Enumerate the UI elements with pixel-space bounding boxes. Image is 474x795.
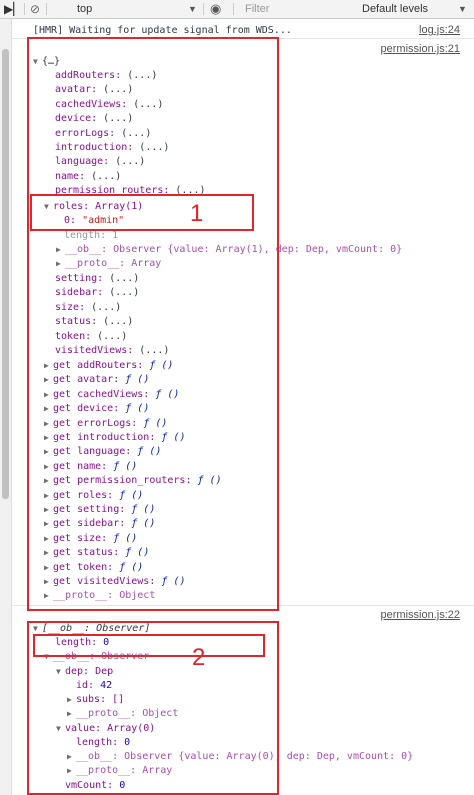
hmr-source-link[interactable]: log.js:24 xyxy=(419,24,460,36)
entry1-source-link[interactable]: permission.js:21 xyxy=(381,43,460,55)
hmr-message: [HMR] Waiting for update signal from WDS… xyxy=(33,25,292,36)
scrollbar-thumb[interactable] xyxy=(2,49,9,499)
annotation-label-1: 1 xyxy=(190,200,204,227)
annotation-box-2 xyxy=(33,634,265,657)
entry2-source-link[interactable]: permission.js:22 xyxy=(381,609,460,621)
filter-input[interactable]: Filter xyxy=(245,0,269,18)
log-levels-select[interactable]: Default levels xyxy=(362,0,428,18)
context-select[interactable]: top xyxy=(77,0,92,18)
scrollbar[interactable] xyxy=(0,19,12,795)
clear-console-icon[interactable]: ⊘ xyxy=(30,0,40,18)
console-toolbar: ▶▏ ⊘ top ▼ ◉ Filter Default levels ▼ xyxy=(0,0,474,19)
eye-icon[interactable]: ◉ xyxy=(210,0,221,18)
annotation-label-2: 2 xyxy=(192,644,206,671)
sidebar-toggle-icon[interactable]: ▶▏ xyxy=(4,0,22,18)
levels-dropdown-icon[interactable]: ▼ xyxy=(458,0,467,18)
annotation-box-outer xyxy=(27,37,279,611)
context-dropdown-icon[interactable]: ▼ xyxy=(188,0,197,18)
annotation-box-1 xyxy=(30,194,254,231)
